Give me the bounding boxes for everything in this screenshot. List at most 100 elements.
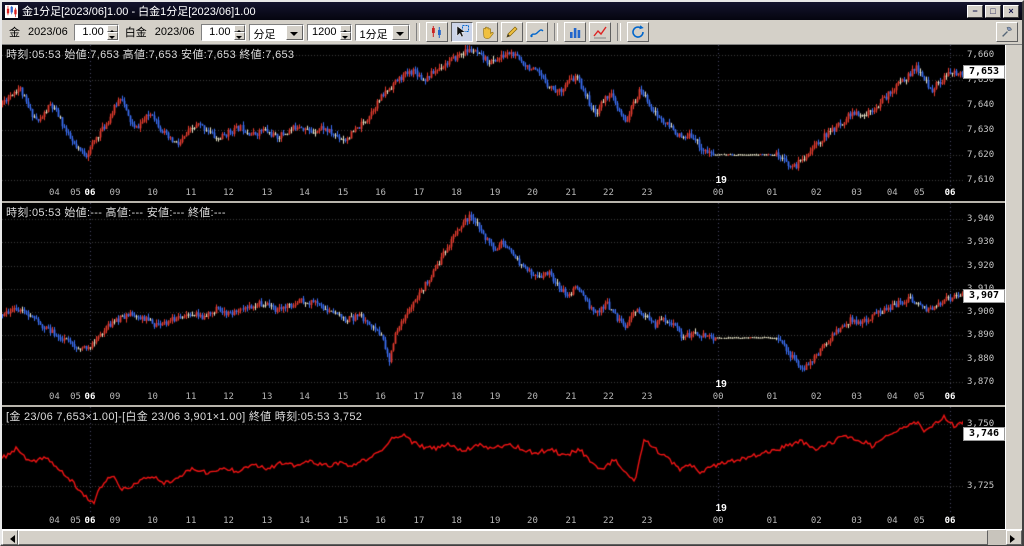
price-tick-label: 3,900: [967, 307, 995, 318]
spin-down-icon[interactable]: [106, 32, 118, 40]
time-axis-label: 05: [70, 516, 81, 526]
freehand-pen-icon-button[interactable]: [525, 22, 548, 42]
time-axis-label: 12: [223, 188, 234, 198]
timeframe-combobox[interactable]: 1分足: [354, 23, 410, 41]
time-axis-label: 01: [766, 516, 778, 526]
toolbar-separator: [415, 23, 420, 41]
spin-up-icon[interactable]: [339, 24, 351, 32]
time-axis-label: 19: [489, 392, 501, 402]
spin-down-icon[interactable]: [233, 32, 245, 40]
window-title: 金1分足[2023/06]1.00 - 白金1分足[2023/06]1.00: [22, 6, 256, 18]
time-axis-label: 12: [223, 392, 234, 402]
panel-config-icon-button[interactable]: [996, 22, 1018, 42]
price-tick-label: 7,620: [967, 149, 995, 160]
spin-up-icon[interactable]: [106, 24, 118, 32]
time-axis-label: 01: [766, 392, 778, 402]
time-axis-label: 04: [48, 516, 60, 526]
price-tick-label: 7,630: [967, 124, 995, 135]
refresh-icon-button[interactable]: [626, 22, 649, 42]
time-axis-label: 02: [810, 392, 822, 402]
time-axis-label: 20: [527, 392, 538, 402]
time-axis-label: 15: [337, 516, 349, 526]
bar-chart-icon-button[interactable]: [563, 22, 586, 42]
time-axis-label: 11: [185, 188, 197, 198]
platinum-chart-canvas[interactable]: [2, 203, 964, 391]
time-axis-label: 17: [413, 516, 425, 526]
time-axis-label: 12: [223, 516, 234, 526]
time-axis-label: 19: [489, 516, 501, 526]
platinum-label: 白金: [124, 27, 147, 39]
chart-workspace: 時刻:05:53 始値:7,653 高値:7,653 安値:7,653 終値:7…: [2, 45, 1022, 529]
chevron-down-icon[interactable]: [391, 24, 409, 40]
price-tick-label: 7,610: [967, 174, 995, 185]
date-marker: 19: [715, 175, 727, 186]
time-axis-label: 05: [70, 392, 81, 402]
horizontal-scrollbar[interactable]: [2, 529, 1022, 545]
time-axis-label: 23: [641, 188, 653, 198]
time-axis-label: 10: [147, 516, 158, 526]
gold-chart-canvas[interactable]: [2, 45, 964, 187]
time-axis-label: 19: [489, 188, 501, 198]
gold-ratio-spinner[interactable]: 1.00: [73, 23, 119, 41]
gold-ratio-spin-buttons[interactable]: [106, 24, 118, 40]
time-axis-label: 17: [413, 188, 425, 198]
spin-down-icon[interactable]: [339, 32, 351, 40]
interval-combobox[interactable]: 分足: [248, 23, 304, 41]
freehand-pen-icon: [529, 29, 544, 38]
time-axis-label: 22: [603, 516, 614, 526]
interval-value: 分足: [253, 28, 276, 41]
time-axis-label: 05: [913, 516, 925, 526]
title-bar[interactable]: 金1分足[2023/06]1.00 - 白金1分足[2023/06]1.00 −…: [2, 2, 1022, 20]
platinum-ratio-value: 1.00: [209, 25, 231, 38]
time-axis-label: 14: [299, 516, 310, 526]
platinum-chart-panel: 時刻:05:53 始値:--- 高値:--- 安値:--- 終値:--- 19 …: [2, 201, 1006, 405]
app-icon: [5, 4, 18, 18]
maximize-button[interactable]: □: [985, 4, 1001, 18]
chevron-down-icon[interactable]: [285, 24, 303, 40]
gold-month[interactable]: 2023/06: [25, 25, 71, 39]
time-axis-label: 16: [375, 188, 386, 198]
spin-up-icon[interactable]: [233, 24, 245, 32]
platinum-month[interactable]: 2023/06: [152, 25, 198, 39]
platinum-ohlc-info: 時刻:05:53 始値:--- 高値:--- 安値:--- 終値:---: [6, 207, 226, 219]
time-axis-label: 04: [48, 188, 60, 198]
scroll-left-button[interactable]: [2, 530, 18, 545]
price-tick-label: 3,940: [967, 214, 995, 225]
time-axis: 04 05 06 09 10 11 12 13 14 15 16 17 18 19 20 21 22 23 00 01…: [2, 391, 964, 405]
time-axis-label: 11: [185, 516, 197, 526]
vertical-scrollbar[interactable]: [1005, 45, 1022, 529]
hand-pan-icon-button[interactable]: [475, 22, 498, 42]
time-axis-label: 09: [109, 516, 121, 526]
scroll-right-button[interactable]: [1006, 530, 1022, 545]
time-axis-label: 06: [84, 188, 96, 198]
gold-label: 金: [9, 27, 20, 39]
date-marker: 19: [715, 503, 727, 514]
bar-count-spin-buttons[interactable]: [339, 24, 351, 40]
time-axis-label: 09: [109, 392, 121, 402]
crosshair-select-icon-button[interactable]: [450, 22, 473, 42]
time-axis-label: 16: [375, 392, 386, 402]
platinum-ratio-spinner[interactable]: 1.00: [200, 23, 246, 41]
price-tick-label: 3,920: [967, 260, 995, 271]
bar-count-spinner[interactable]: 1200: [306, 23, 352, 41]
line-chart-icon-button[interactable]: [588, 22, 611, 42]
price-tick-label: 3,880: [967, 353, 995, 364]
time-axis-label: 22: [603, 392, 614, 402]
refresh-icon: [631, 25, 644, 38]
time-axis-label: 03: [851, 188, 863, 198]
time-axis-label: 00: [712, 392, 724, 402]
platinum-price-axis: 3,907 3,9403,9303,9203,9103,9003,8903,88…: [963, 203, 1006, 391]
gold-ratio-value: 1.00: [82, 25, 104, 38]
spread-last-price-badge: 3,746: [963, 427, 1006, 441]
toolbar-separator: [616, 23, 621, 41]
close-button[interactable]: ×: [1003, 4, 1019, 18]
platinum-ratio-spin-buttons[interactable]: [233, 24, 245, 40]
hscroll-thumb[interactable]: [18, 530, 988, 545]
pencil-draw-icon-button[interactable]: [500, 22, 523, 42]
time-axis-label: 06: [84, 392, 96, 402]
candlestick-chart-icon-button[interactable]: [425, 22, 448, 42]
time-axis-label: 06: [944, 392, 956, 402]
time-axis-label: 06: [944, 188, 956, 198]
minimize-button[interactable]: −: [967, 4, 983, 18]
time-axis-label: 00: [712, 188, 724, 198]
